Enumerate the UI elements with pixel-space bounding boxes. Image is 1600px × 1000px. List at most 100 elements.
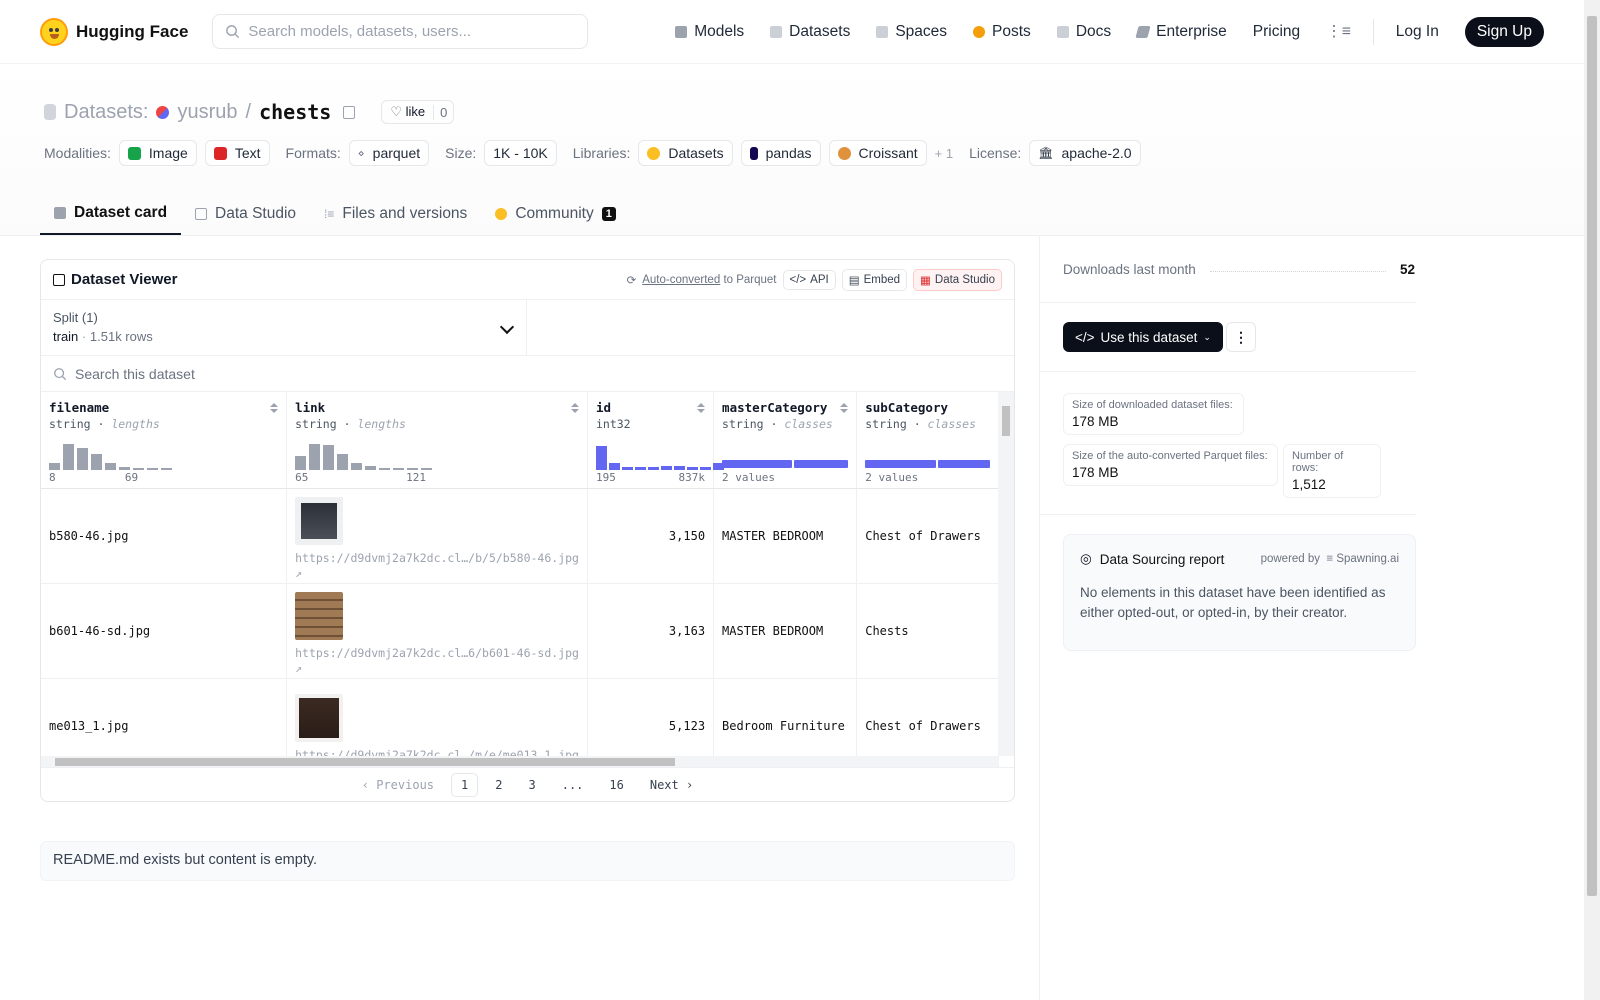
format-parquet-chip[interactable]: ⋄ parquet: [348, 140, 430, 166]
previous-page-button[interactable]: ‹ Previous: [353, 774, 443, 796]
community-count-badge: 1: [601, 206, 616, 221]
signup-button[interactable]: Sign Up: [1464, 16, 1544, 47]
global-search[interactable]: [212, 14, 589, 49]
size-chip[interactable]: 1K - 10K: [484, 140, 557, 166]
chest-thumbnail-image[interactable]: [295, 591, 344, 640]
croissant-icon: [837, 146, 851, 160]
sort-icon[interactable]: [697, 403, 706, 413]
nav-pricing[interactable]: Pricing: [1253, 23, 1300, 41]
owner-link[interactable]: yusrub: [177, 101, 237, 124]
library-pandas-label: pandas: [765, 145, 812, 161]
tab-files-and-versions[interactable]: ⁞≡ Files and versions: [310, 192, 481, 235]
use-this-dataset-button[interactable]: </> Use this dataset ⌄: [1063, 322, 1223, 352]
column-header-mastercategory[interactable]: masterCategory string · classes 2 values: [713, 392, 858, 489]
nav-posts-label: Posts: [992, 22, 1031, 40]
embed-button[interactable]: ▤ Embed: [841, 268, 908, 291]
sort-icon[interactable]: [270, 403, 279, 413]
brand[interactable]: Hugging Face: [40, 17, 188, 46]
split-selector[interactable]: Split (1) train · 1.51k rows: [41, 300, 527, 355]
data-studio-button[interactable]: ▦ Data Studio: [913, 268, 1002, 291]
nav-datasets[interactable]: Datasets: [770, 23, 850, 41]
readme-notice: README.md exists but content is empty.: [40, 841, 1015, 881]
dataset-search-input[interactable]: [75, 365, 475, 382]
page-button[interactable]: 2: [486, 774, 511, 796]
auto-converted-link[interactable]: Auto-converted: [642, 274, 720, 286]
page-button[interactable]: 1: [451, 772, 479, 797]
column-stat: classes: [784, 417, 833, 431]
copy-icon[interactable]: [343, 105, 356, 119]
column-header-link[interactable]: link string · lengths 65 121: [286, 392, 588, 489]
license-chip[interactable]: 🏛 apache-2.0: [1029, 140, 1141, 166]
nav-models[interactable]: Models: [675, 23, 744, 41]
use-this-dataset-label: Use this dataset: [1100, 329, 1198, 345]
page-scrollbar[interactable]: [1584, 0, 1600, 1000]
section-label: Datasets:: [64, 100, 149, 123]
table-row[interactable]: b601-46-sd.jpg https://d9dvmj2a7k2dc.cl……: [41, 583, 999, 679]
path-slash: /: [245, 100, 252, 123]
cell-subcategory: Chest of Drawers: [856, 488, 999, 584]
column-header-id[interactable]: id int32 195 837k: [587, 392, 724, 489]
more-options-icon[interactable]: ⋮: [1226, 322, 1256, 352]
more-menu-icon[interactable]: ⋮≡: [1326, 22, 1351, 41]
table-row[interactable]: b580-46.jpg https://d9dvmj2a7k2dc.cl…/b/…: [41, 488, 999, 584]
table-row[interactable]: me013_1.jpg https://d9dvmj2a7k2dc.cl…/m/…: [41, 678, 999, 756]
table-vertical-scrollbar[interactable]: [998, 392, 1014, 756]
nav-posts[interactable]: Posts: [973, 23, 1031, 41]
column-type: string: [865, 417, 907, 431]
image-link[interactable]: https://d9dvmj2a7k2dc.cl…/b/5/b580-46.jp…: [295, 551, 579, 581]
global-search-input[interactable]: [248, 23, 569, 40]
library-datasets-label: Datasets: [668, 145, 724, 161]
libraries-more[interactable]: + 1: [935, 146, 953, 161]
library-croissant-chip[interactable]: Croissant: [828, 140, 927, 166]
page-button[interactable]: 3: [519, 774, 544, 796]
column-name: link: [295, 400, 326, 415]
api-button[interactable]: </> API: [782, 269, 836, 290]
chest-thumbnail-image[interactable]: [295, 496, 344, 545]
library-datasets-chip[interactable]: Datasets: [638, 140, 733, 166]
column-stat: classes: [927, 417, 977, 431]
stat-label: Size of the auto-converted Parquet files…: [1072, 450, 1268, 462]
dataset-tabs: Dataset card Data Studio ⁞≡ Files and ver…: [40, 192, 630, 235]
license-label: License:: [969, 145, 1022, 161]
stat-value: 178 MB: [1072, 414, 1119, 429]
image-icon: [127, 146, 141, 160]
value-histogram: [595, 442, 724, 470]
image-link[interactable]: https://d9dvmj2a7k2dc.cl…6/b601-46-sd.jp…: [295, 646, 579, 676]
image-link[interactable]: https://d9dvmj2a7k2dc.cl…/m/e/me013_1.jp…: [295, 748, 579, 756]
nav-docs[interactable]: Docs: [1056, 23, 1111, 41]
modality-text-chip[interactable]: Text: [204, 140, 270, 166]
tab-dataset-card[interactable]: Dataset card: [40, 192, 182, 235]
posts-icon: [973, 25, 986, 38]
column-header-filename[interactable]: filename string · lengths 8 69: [41, 392, 288, 489]
nav-enterprise[interactable]: Enterprise: [1135, 23, 1227, 41]
database-icon: [44, 104, 56, 120]
cell-filename: me013_1.jpg: [41, 678, 288, 756]
tab-data-studio[interactable]: Data Studio: [181, 192, 310, 235]
enterprise-icon: [1135, 25, 1151, 38]
login-link[interactable]: Log In: [1396, 23, 1439, 41]
modality-image-chip[interactable]: Image: [118, 140, 197, 166]
chest-thumbnail-image[interactable]: [295, 694, 344, 742]
search-icon: [54, 367, 67, 380]
pandas-icon: [749, 146, 758, 160]
split-name: train: [53, 329, 79, 344]
dataset-search[interactable]: [41, 356, 1014, 392]
sort-icon[interactable]: [840, 403, 849, 413]
nav-spaces-label: Spaces: [895, 22, 948, 40]
like-label: like: [405, 104, 426, 119]
cell-id: 3,150: [587, 488, 715, 584]
table-icon: [53, 273, 65, 286]
page-button[interactable]: 16: [600, 774, 632, 796]
tab-community[interactable]: Community 1: [481, 192, 630, 235]
like-button[interactable]: ♡ like 0: [381, 100, 455, 124]
dataset-name[interactable]: chests: [259, 100, 331, 124]
nav-spaces[interactable]: Spaces: [876, 23, 947, 41]
column-type: int32: [595, 417, 631, 431]
library-pandas-chip[interactable]: pandas: [740, 140, 821, 166]
next-page-button[interactable]: Next ›: [641, 774, 702, 796]
spawning-link[interactable]: Spawning.ai: [1336, 553, 1399, 565]
database-icon: [770, 25, 783, 38]
column-header-subcategory[interactable]: subCategory string · classes 2 values: [856, 392, 999, 489]
sort-icon[interactable]: [570, 403, 579, 413]
owner-avatar: [156, 105, 170, 119]
